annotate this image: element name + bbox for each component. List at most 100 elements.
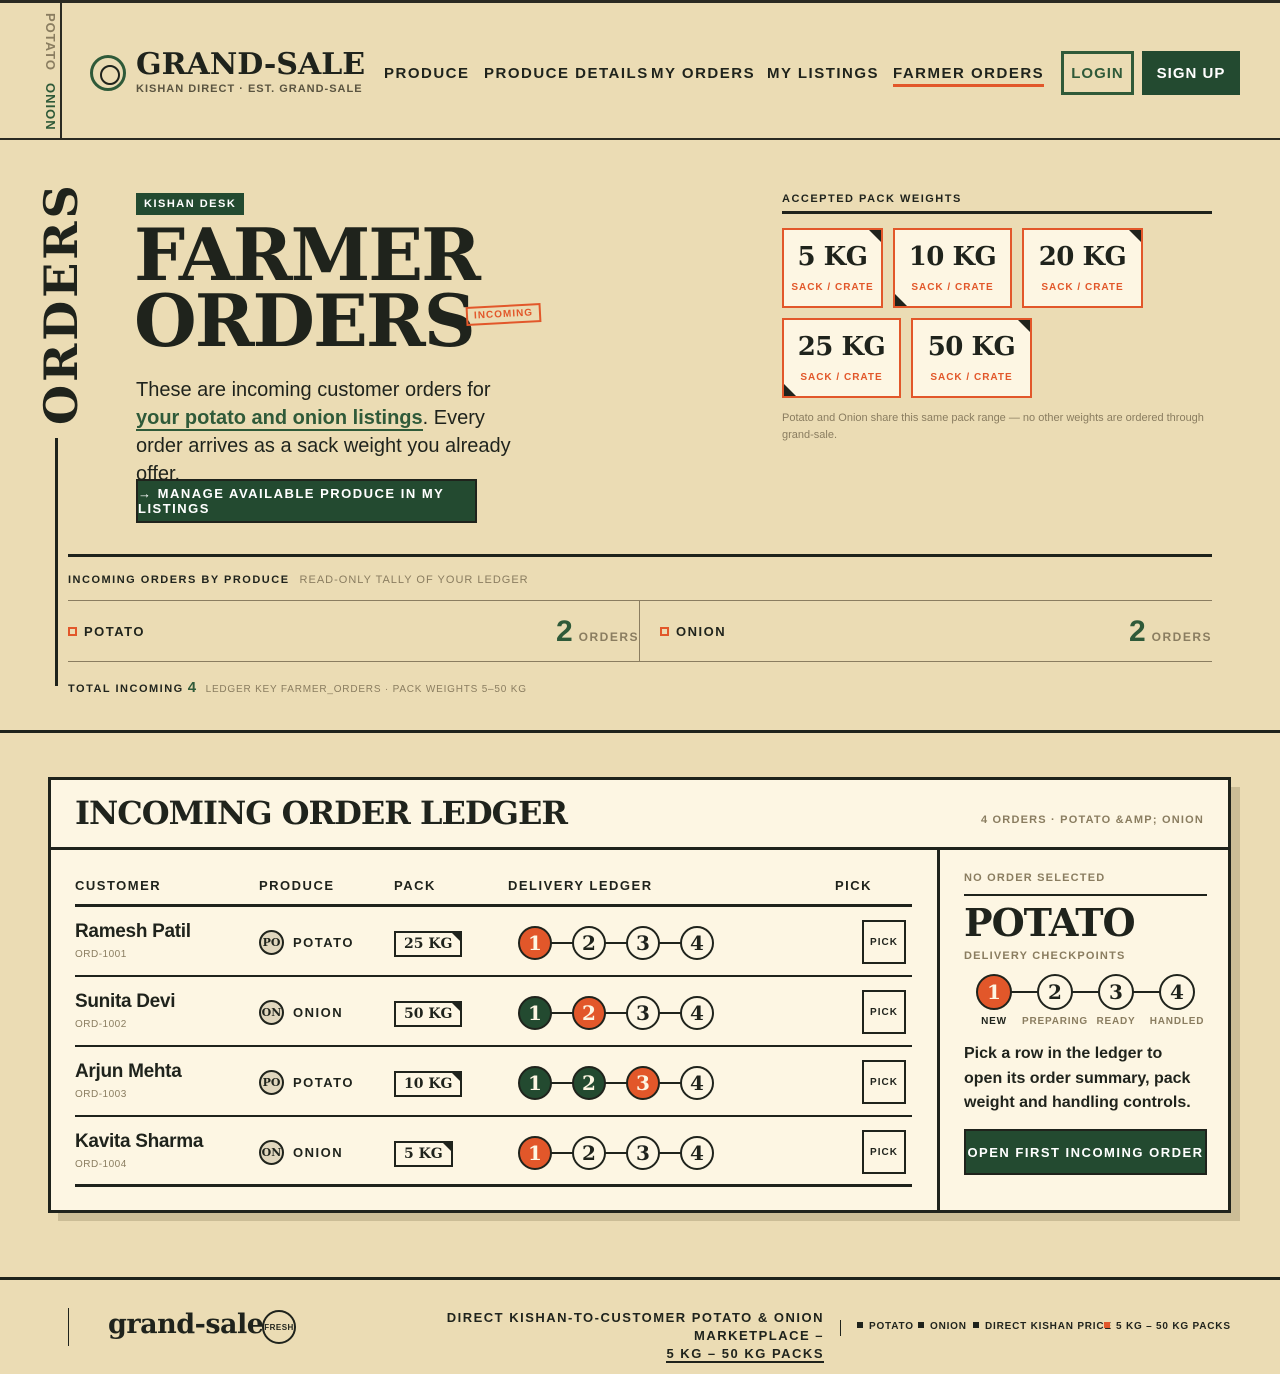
manage-produce-button[interactable]: → MANAGE AVAILABLE PRODUCE IN MY LISTING… [136, 479, 477, 523]
pack-weight-card: 50 KG SACK / CRATE [911, 318, 1032, 398]
ledger-step-line [534, 942, 696, 944]
delivery-step: 1 [518, 926, 552, 960]
hero-desc-before: These are incoming customer orders for [136, 379, 491, 401]
checkpoint-step: 3 [1098, 974, 1134, 1010]
pack-weight-card: 5 KG SACK / CRATE [782, 228, 883, 308]
produce-name: POTATO [293, 935, 354, 950]
pack-weight-value: 50 KG [927, 332, 1016, 362]
footer-tag: ONION [918, 1321, 967, 1332]
pick-button[interactable]: PICK [862, 920, 906, 964]
tally-count: 2 ORDERS [556, 615, 639, 649]
tally-count: 2 ORDERS [1129, 615, 1212, 649]
table-row[interactable]: Arjun Mehta ORD-1003 PO POTATO 10 KG 1 2 3 4 PICK [75, 1047, 912, 1117]
pack-weight-card: 10 KG SACK / CRATE [893, 228, 1012, 308]
pack-weight-tag: 25 KG [394, 931, 463, 957]
ledger-key: LEDGER KEY FARMER_ORDERS · PACK WEIGHTS … [205, 684, 527, 695]
produce-name: ONION [293, 1145, 344, 1160]
tally-count-number: 2 [555, 615, 573, 648]
pack-weight-card: 25 KG SACK / CRATE [782, 318, 901, 398]
delivery-step: 1 [518, 1136, 552, 1170]
order-id: ORD-1002 [75, 1019, 127, 1030]
fresh-badge: FRESH [262, 1310, 296, 1344]
tally-footer: TOTAL INCOMING 4 LEDGER KEY FARMER_ORDERS … [68, 679, 527, 696]
pick-button[interactable]: PICK [862, 990, 906, 1034]
section-divider [0, 730, 1280, 733]
corner-mark [869, 230, 881, 242]
produce-name: POTATO [293, 1075, 354, 1090]
col-header-pick: PICK [835, 878, 873, 893]
pack-weight-sub: SACK / CRATE [930, 372, 1013, 383]
col-header-pack: PACK [394, 878, 436, 893]
delivery-step: 1 [518, 996, 552, 1030]
pack-weight-value: 10 KG [908, 242, 997, 272]
selection-status: NO ORDER SELECTED [964, 872, 1106, 884]
pack-weight-tag: 10 KG [394, 1071, 463, 1097]
ledger-step-line [534, 1082, 696, 1084]
col-header-delivery: DELIVERY LEDGER [508, 878, 653, 893]
pack-weight-sub: SACK / CRATE [911, 282, 994, 293]
square-icon [660, 627, 669, 636]
produce-badge-icon: ON [259, 1140, 284, 1165]
tally-heading: INCOMING ORDERS BY PRODUCE READ-ONLY TALL… [68, 574, 529, 586]
pack-weight-tag: 5 KG [394, 1141, 453, 1167]
tally-produce-name: ONION [676, 624, 727, 639]
pack-weight-text: 5 KG [404, 1146, 443, 1162]
table-row[interactable]: Kavita Sharma ORD-1004 ON ONION 5 KG 1 2 3 4 PICK [75, 1117, 912, 1187]
tally-produce-name: POTATO [84, 624, 145, 639]
checkpoint-step: 4 [1159, 974, 1195, 1010]
tally-divider [639, 601, 640, 661]
tally-count-unit: ORDERS [1151, 630, 1212, 644]
table-row[interactable]: Sunita Devi ORD-1002 ON ONION 50 KG 1 2 3 4 PICK [75, 977, 912, 1047]
delivery-step: 2 [572, 996, 606, 1030]
square-icon [68, 627, 77, 636]
ledger-meta: 4 ORDERS · POTATO &AMP; ONION [980, 814, 1204, 826]
produce-badge-icon: PO [259, 930, 284, 955]
produce-badge-icon: PO [259, 1070, 284, 1095]
nav-my-listings[interactable]: MY LISTINGS [767, 65, 879, 82]
customer-name: Ramesh Patil [75, 921, 191, 942]
side-label-onion: ONION [43, 83, 58, 131]
tally-onion: ONION 2 ORDERS [660, 601, 1212, 661]
nav-produce[interactable]: PRODUCE [384, 65, 470, 82]
delivery-step: 2 [572, 1136, 606, 1170]
col-header-customer: CUSTOMER [75, 878, 162, 893]
delivery-ledger-steps: 1234 [518, 926, 718, 960]
corner-mark [452, 1003, 461, 1011]
pick-button[interactable]: PICK [862, 1130, 906, 1174]
order-ledger: INCOMING ORDER LEDGER 4 ORDERS · POTATO … [48, 777, 1231, 1213]
footer-tagline: DIRECT KISHAN-TO-CUSTOMER POTATO & ONION… [400, 1309, 824, 1363]
pack-weight-value: 20 KG [1038, 242, 1127, 272]
footer-tagline-line2: 5 KG – 50 KG PACKS [666, 1346, 824, 1363]
pack-weight-value: 5 KG [797, 242, 868, 272]
logo-icon[interactable] [90, 55, 126, 91]
brand-name[interactable]: GRAND-SALE [136, 47, 365, 82]
footer-tagline-line1: DIRECT KISHAN-TO-CUSTOMER POTATO & ONION… [446, 1310, 824, 1343]
table-row[interactable]: Ramesh Patil ORD-1001 PO POTATO 25 KG 1 2 3 4 PIC… [75, 907, 912, 977]
pick-button[interactable]: PICK [862, 1060, 906, 1104]
produce-side-strip: POTATO ONION [0, 3, 62, 140]
customer-name: Arjun Mehta [75, 1061, 182, 1082]
login-button[interactable]: LOGIN [1061, 51, 1134, 95]
footer-brand[interactable]: grand-sale [108, 1309, 264, 1340]
detail-instructions: Pick a row in the ledger to open its ord… [964, 1045, 1191, 1111]
signup-button[interactable]: SIGN UP [1142, 51, 1240, 95]
brand-subtitle: KISHAN DIRECT · EST. GRAND-SALE [136, 83, 363, 95]
footer-tick [68, 1308, 69, 1346]
nav-produce-details[interactable]: PRODUCE DETAILS [484, 65, 649, 82]
side-label-potato: POTATO [43, 13, 58, 71]
col-header-produce: PRODUCE [259, 878, 335, 893]
listings-link[interactable]: your potato and onion listings [136, 407, 423, 431]
corner-mark [1129, 230, 1141, 242]
pack-weights-note: Potato and Onion share this same pack ra… [782, 412, 1204, 441]
detail-rule [964, 894, 1207, 896]
open-first-order-button[interactable]: OPEN FIRST INCOMING ORDER [964, 1129, 1207, 1175]
checkpoint-label: HANDLED [1149, 1016, 1205, 1027]
pack-weights-title: ACCEPTED PACK WEIGHTS [782, 193, 1212, 214]
pack-weight-text: 25 KG [404, 936, 453, 952]
nav-my-orders[interactable]: MY ORDERS [651, 65, 755, 82]
pack-weight-text: 50 KG [404, 1006, 453, 1022]
delivery-checkpoints: 1 2 3 4 NEW PREPARING READY HANDLED [976, 974, 1203, 1034]
nav-farmer-orders[interactable]: FARMER ORDERS [893, 65, 1045, 87]
footer-tag: DIRECT KISHAN PRICE [973, 1321, 1112, 1332]
vertical-rule [55, 438, 58, 686]
